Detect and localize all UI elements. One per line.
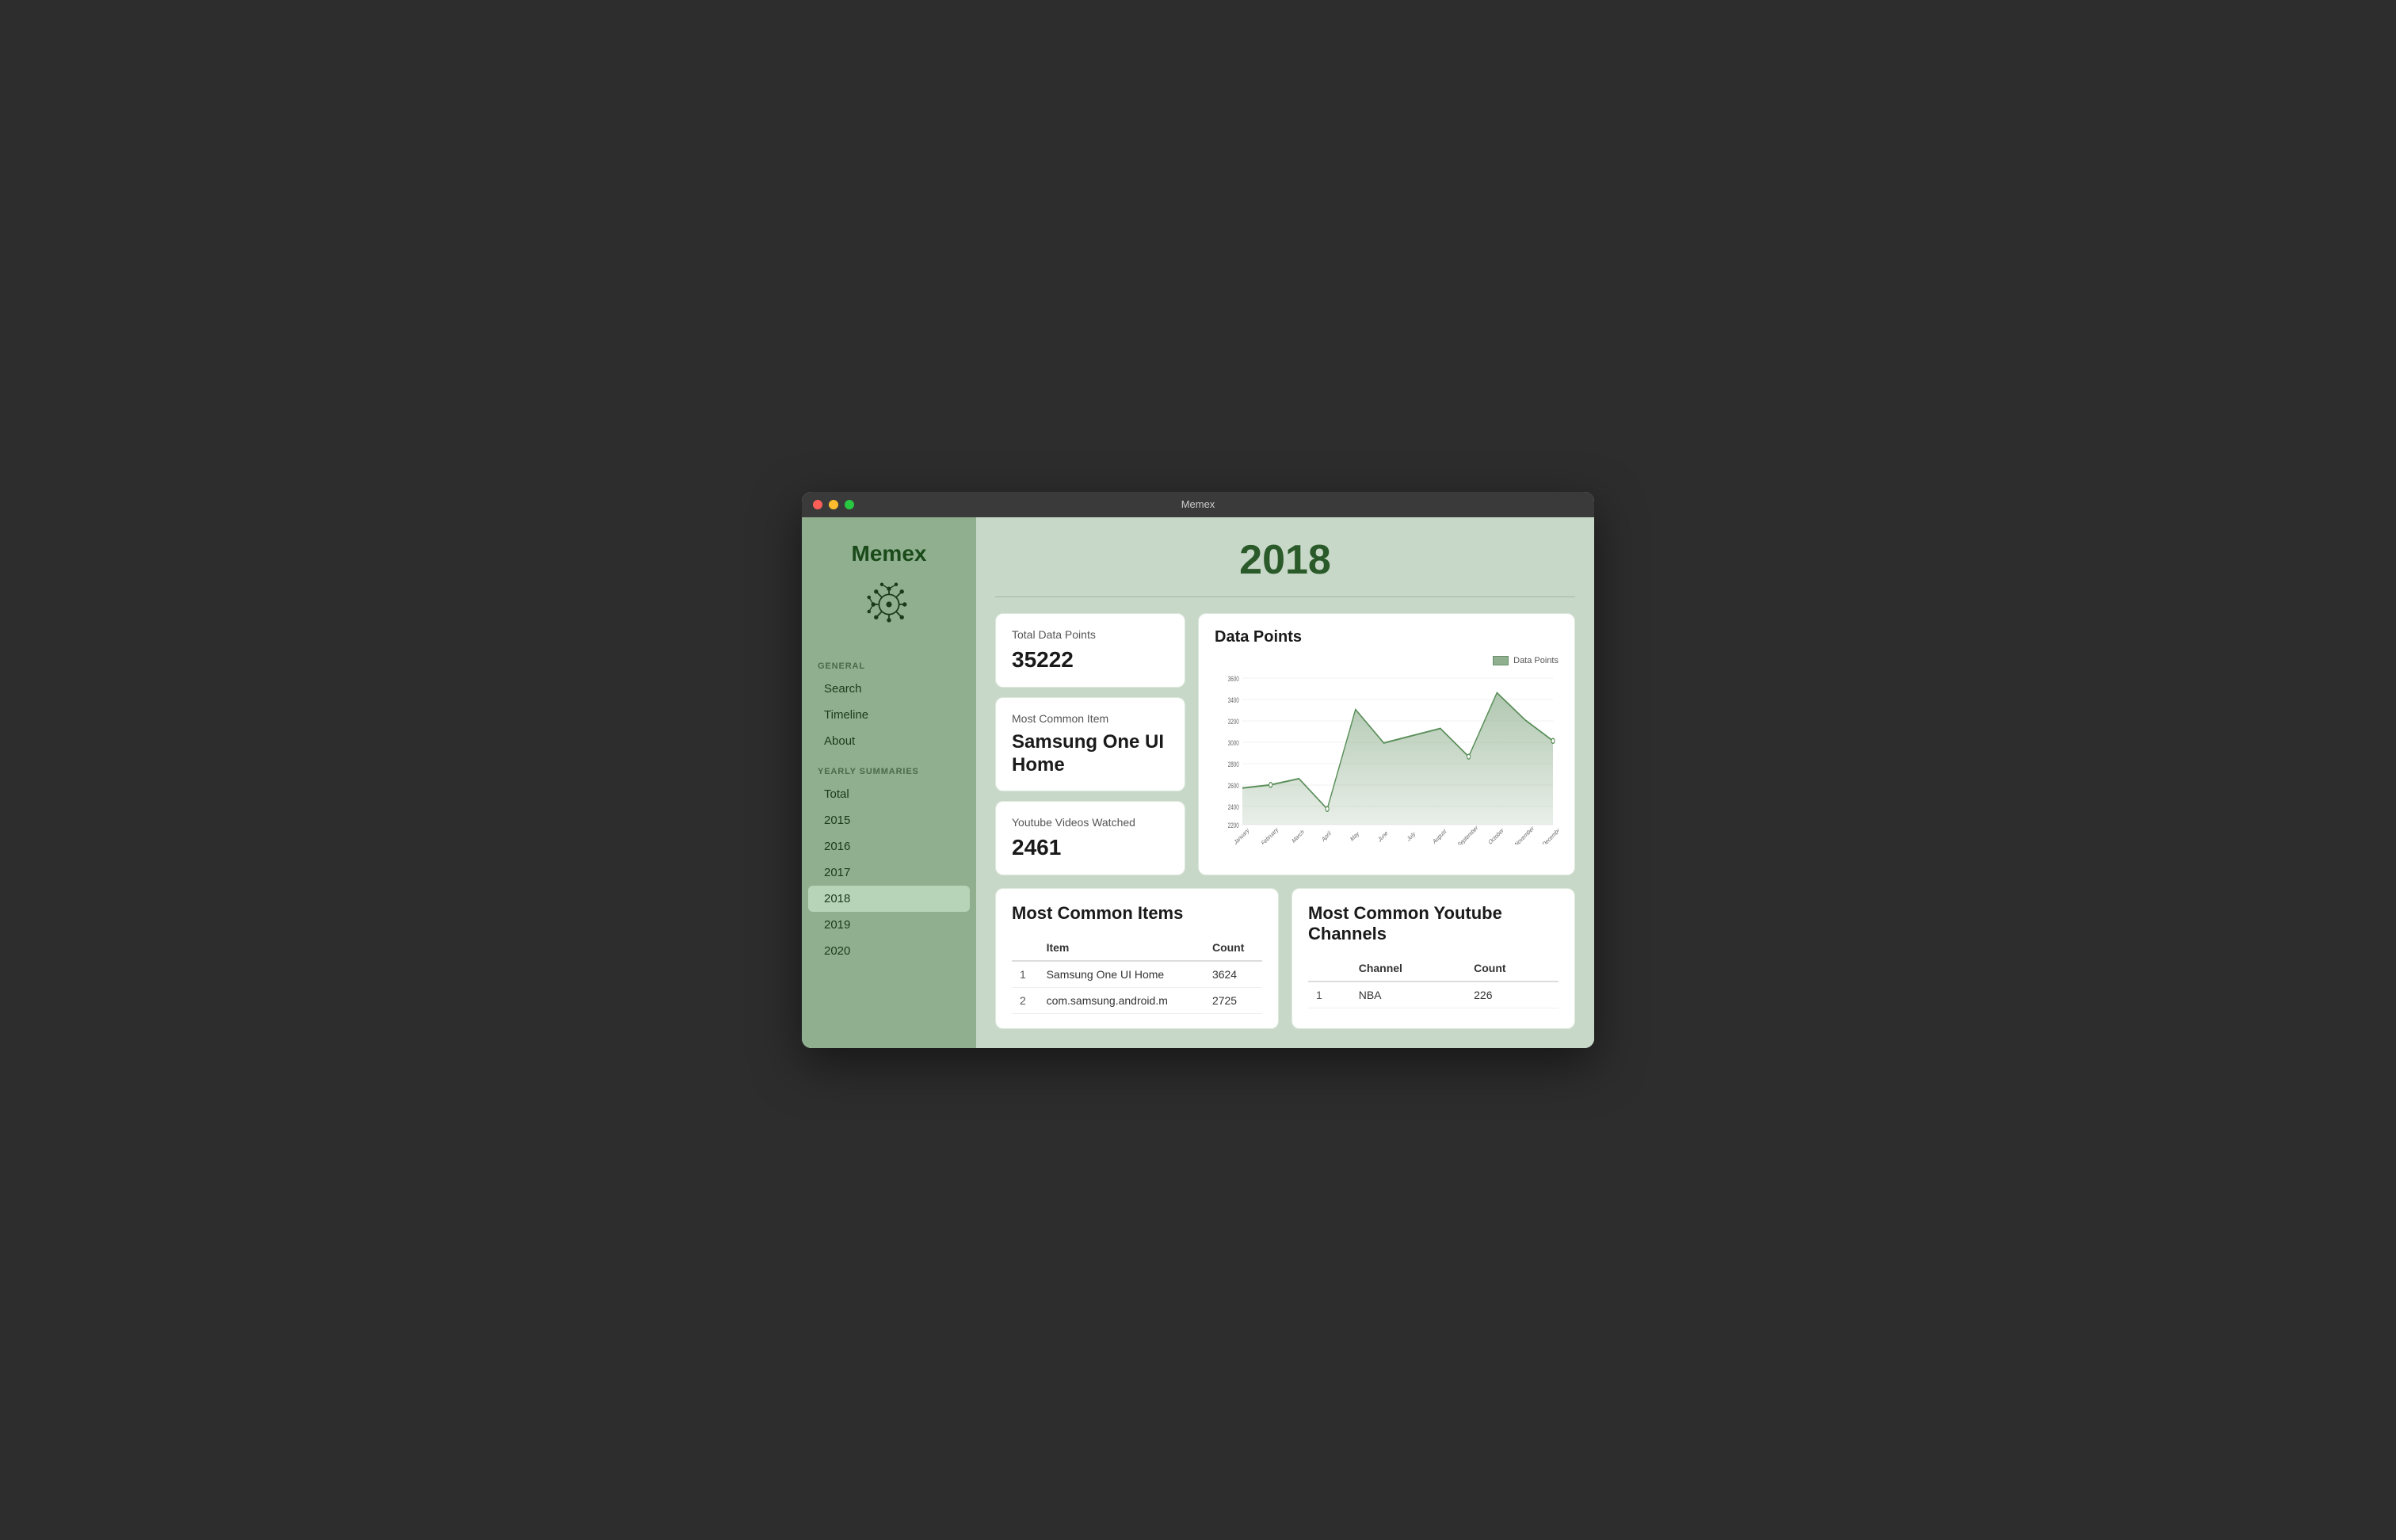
svg-text:3600: 3600 — [1228, 675, 1239, 683]
col-count-header: Count — [1466, 955, 1559, 982]
sidebar-item-2020[interactable]: 2020 — [808, 938, 970, 964]
most-common-channels-table: Channel Count 1 NBA 226 — [1308, 955, 1559, 1008]
most-common-item-card: Most Common Item Samsung One UI Home — [995, 697, 1185, 792]
app-title: Memex — [852, 541, 927, 566]
chart-title: Data Points — [1215, 628, 1559, 646]
window-title: Memex — [1181, 498, 1215, 510]
sidebar-item-search[interactable]: Search — [808, 676, 970, 702]
most-common-item-value: Samsung One UI Home — [1012, 731, 1169, 777]
svg-text:March: March — [1291, 827, 1305, 844]
svg-text:3200: 3200 — [1228, 718, 1239, 726]
chart-container: 3600 3400 3200 3000 2800 2600 2400 2200 — [1215, 670, 1559, 844]
svg-text:2200: 2200 — [1228, 821, 1239, 829]
col-rank-header — [1012, 935, 1039, 961]
sidebar-item-2015[interactable]: 2015 — [808, 807, 970, 833]
svg-text:April: April — [1321, 829, 1332, 844]
table-row: 2 com.samsung.android.m 2725 — [1012, 988, 1262, 1014]
svg-text:December: December — [1542, 823, 1559, 844]
sidebar-item-timeline[interactable]: Timeline — [808, 702, 970, 728]
svg-text:September: September — [1456, 823, 1478, 844]
titlebar: Memex — [802, 492, 1594, 517]
rank-cell: 1 — [1012, 961, 1039, 988]
rank-cell: 2 — [1012, 988, 1039, 1014]
data-points-chart-card: Data Points Data Points — [1198, 613, 1575, 876]
total-data-points-card: Total Data Points 35222 — [995, 613, 1185, 688]
col-rank-header — [1308, 955, 1351, 982]
rank-cell: 1 — [1308, 982, 1351, 1008]
most-common-channels-card: Most Common Youtube Channels Channel Cou… — [1291, 888, 1575, 1029]
sidebar-item-2019[interactable]: 2019 — [808, 912, 970, 938]
count-cell: 3624 — [1204, 961, 1262, 988]
item-cell: Samsung One UI Home — [1039, 961, 1204, 988]
svg-text:3000: 3000 — [1228, 739, 1239, 747]
legend-label: Data Points — [1513, 656, 1559, 665]
svg-text:3400: 3400 — [1228, 696, 1239, 704]
sidebar-item-2017[interactable]: 2017 — [808, 860, 970, 886]
svg-text:November: November — [1514, 823, 1536, 844]
channel-cell: NBA — [1351, 982, 1466, 1008]
sidebar-item-2018[interactable]: 2018 — [808, 886, 970, 912]
svg-text:July: July — [1406, 829, 1417, 843]
item-cell: com.samsung.android.m — [1039, 988, 1204, 1014]
svg-text:February: February — [1261, 825, 1280, 844]
brain-circuit-icon — [860, 576, 918, 633]
main-content: 2018 Total Data Points 35222 Most Common… — [976, 517, 1594, 1049]
chart-legend: Data Points — [1215, 656, 1559, 665]
youtube-watched-card: Youtube Videos Watched 2461 — [995, 801, 1185, 875]
maximize-button[interactable] — [845, 500, 854, 509]
most-common-channels-title: Most Common Youtube Channels — [1308, 903, 1559, 944]
minimize-button[interactable] — [829, 500, 838, 509]
most-common-item-label: Most Common Item — [1012, 712, 1169, 725]
sidebar-item-total[interactable]: Total — [808, 781, 970, 807]
sidebar-item-about[interactable]: About — [808, 728, 970, 754]
col-count-header: Count — [1204, 935, 1262, 961]
most-common-items-table: Item Count 1 Samsung One UI Home 3624 — [1012, 935, 1262, 1014]
count-cell: 2725 — [1204, 988, 1262, 1014]
most-common-items-title: Most Common Items — [1012, 903, 1262, 924]
sidebar-section-yearly: YEARLY SUMMARIES — [802, 754, 976, 781]
table-row: 1 Samsung One UI Home 3624 — [1012, 961, 1262, 988]
count-cell: 226 — [1466, 982, 1559, 1008]
close-button[interactable] — [813, 500, 822, 509]
legend-color-box — [1493, 656, 1509, 665]
youtube-watched-value: 2461 — [1012, 835, 1169, 860]
sidebar: Memex — [802, 517, 976, 1049]
table-header-row: Channel Count — [1308, 955, 1559, 982]
table-header-row: Item Count — [1012, 935, 1262, 961]
total-data-points-value: 35222 — [1012, 647, 1169, 673]
svg-text:October: October — [1487, 825, 1505, 844]
app-body: Memex — [802, 517, 1594, 1049]
youtube-watched-label: Youtube Videos Watched — [1012, 816, 1169, 829]
app-window: Memex Memex — [802, 492, 1594, 1049]
col-item-header: Item — [1039, 935, 1204, 961]
svg-text:2800: 2800 — [1228, 760, 1239, 768]
most-common-items-card: Most Common Items Item Count 1 — [995, 888, 1279, 1029]
svg-text:August: August — [1432, 826, 1447, 844]
top-row: Total Data Points 35222 Most Common Item… — [995, 613, 1575, 876]
svg-text:May: May — [1349, 829, 1360, 843]
table-row: 1 NBA 226 — [1308, 982, 1559, 1008]
svg-text:June: June — [1377, 829, 1389, 844]
year-title: 2018 — [995, 536, 1575, 584]
sidebar-item-2016[interactable]: 2016 — [808, 833, 970, 860]
sidebar-section-general: GENERAL — [802, 649, 976, 676]
bottom-row: Most Common Items Item Count 1 — [995, 888, 1575, 1029]
line-chart-svg: 3600 3400 3200 3000 2800 2600 2400 2200 — [1215, 670, 1559, 844]
col-channel-header: Channel — [1351, 955, 1466, 982]
svg-text:2400: 2400 — [1228, 803, 1239, 811]
total-data-points-label: Total Data Points — [1012, 628, 1169, 641]
sidebar-logo-area: Memex — [802, 533, 976, 649]
svg-text:2600: 2600 — [1228, 782, 1239, 790]
stats-column: Total Data Points 35222 Most Common Item… — [995, 613, 1185, 876]
